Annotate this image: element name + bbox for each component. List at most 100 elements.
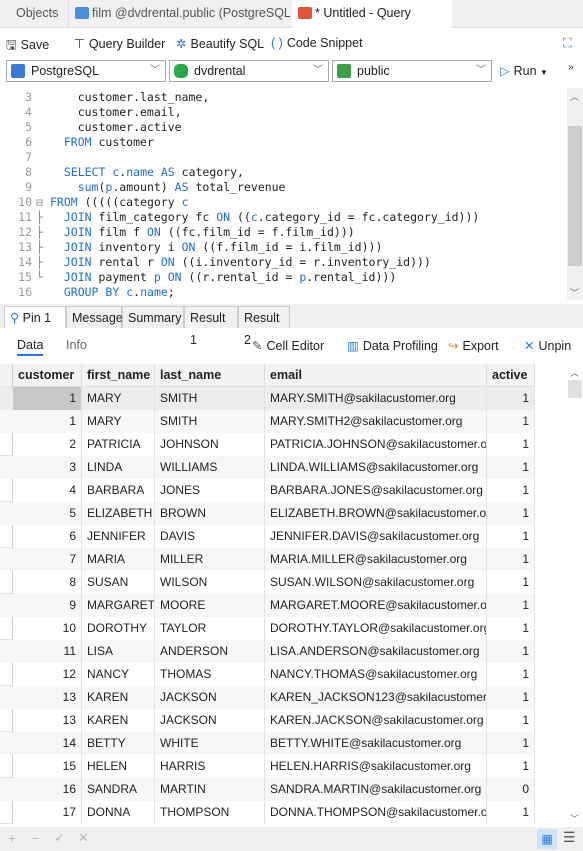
cell-customer[interactable]: 13 [13, 709, 82, 732]
scroll-up-icon[interactable]: ︿ [570, 90, 579, 103]
cell-email[interactable]: SUSAN.WILSON@sakilacustomer.org [265, 571, 487, 594]
discard-icon[interactable]: ✕ [78, 830, 89, 846]
cell-email[interactable]: MARGARET.MOORE@sakilacustomer.org [265, 594, 487, 617]
table-row[interactable]: 7 MARIA MILLER MARIA.MILLER@sakilacustomer.… [0, 548, 535, 571]
cell-active[interactable]: 1 [487, 663, 535, 686]
cell-email[interactable]: PATRICIA.JOHNSON@sakilacustomer.org [265, 433, 487, 456]
scroll-up-icon[interactable]: ︿ [570, 366, 579, 379]
cell-active[interactable]: 1 [487, 732, 535, 755]
schema-select[interactable]: public ﹀ [332, 60, 492, 82]
tab-objects[interactable]: Objects [10, 0, 64, 28]
cell-last-name[interactable]: WILLIAMS [155, 456, 265, 479]
cell-active[interactable]: 1 [487, 640, 535, 663]
sql-editor[interactable]: 3 customer.last_name, 4 customer.email, 5 … [0, 88, 567, 300]
cell-first-name[interactable]: KAREN [82, 709, 155, 732]
cell-customer[interactable]: 14 [13, 732, 82, 755]
table-row[interactable]: 11 LISA ANDERSON LISA.ANDERSON@sakilacustom… [0, 640, 535, 663]
table-row[interactable]: 10 DOROTHY TAYLOR DOROTHY.TAYLOR@sakilacust… [0, 617, 535, 640]
cell-email[interactable]: KAREN_JACKSON123@sakilacustomer.org [265, 686, 487, 709]
table-row[interactable]: 2 PATRICIA JOHNSON PATRICIA.JOHNSON@sakilac… [0, 433, 535, 456]
save-button[interactable]: 🖫 Save [6, 36, 49, 57]
cell-last-name[interactable]: MARTIN [155, 778, 265, 801]
scrollbar-thumb[interactable] [568, 380, 582, 398]
cell-first-name[interactable]: MARY [82, 387, 155, 410]
cell-active[interactable]: 1 [487, 479, 535, 502]
cell-active[interactable]: 1 [487, 548, 535, 571]
editor-scrollbar[interactable]: ︿ ﹀ [567, 88, 583, 300]
result-tab[interactable]: ⚲ Pin 1 [4, 306, 66, 328]
cell-first-name[interactable]: MARGARET [82, 594, 155, 617]
maximize-icon[interactable]: ⛶ [563, 36, 572, 51]
cell-first-name[interactable]: JENNIFER [82, 525, 155, 548]
cell-first-name[interactable]: DONNA [82, 801, 155, 824]
cell-customer[interactable]: 8 [13, 571, 82, 594]
column-header-customer[interactable]: customer [13, 364, 82, 387]
result-tab[interactable]: Result 1 [184, 306, 238, 347]
table-row[interactable]: 13 KAREN JACKSON KAREN.JACKSON@sakilacustom… [0, 709, 535, 732]
cell-first-name[interactable]: BETTY [82, 732, 155, 755]
info-tab[interactable]: Info [66, 338, 87, 352]
table-row[interactable]: 14 BETTY WHITE BETTY.WHITE@sakilacustomer.o… [0, 732, 535, 755]
cell-last-name[interactable]: JOHNSON [155, 433, 265, 456]
cell-last-name[interactable]: DAVIS [155, 525, 265, 548]
cell-customer[interactable]: 5 [13, 502, 82, 525]
column-header-active[interactable]: active [487, 364, 535, 387]
table-row[interactable]: 8 SUSAN WILSON SUSAN.WILSON@sakilacustomer.… [0, 571, 535, 594]
cell-email[interactable]: JENNIFER.DAVIS@sakilacustomer.org [265, 525, 487, 548]
cell-last-name[interactable]: TAYLOR [155, 617, 265, 640]
cell-active[interactable]: 1 [487, 502, 535, 525]
delete-record-icon[interactable]: − [31, 830, 39, 846]
cell-first-name[interactable]: LINDA [82, 456, 155, 479]
cell-first-name[interactable]: SUSAN [82, 571, 155, 594]
scrollbar-thumb[interactable] [568, 126, 582, 266]
apply-icon[interactable]: ✓ [54, 830, 65, 846]
table-row[interactable]: 1 MARY SMITH MARY.SMITH@sakilacustomer.org 1 [0, 387, 535, 410]
cell-customer[interactable]: 2 [13, 433, 82, 456]
cell-first-name[interactable]: LISA [82, 640, 155, 663]
cell-last-name[interactable]: MOORE [155, 594, 265, 617]
cell-customer[interactable]: 13 [13, 686, 82, 709]
scroll-down-icon[interactable]: ﹀ [570, 812, 579, 825]
cell-email[interactable]: MARIA.MILLER@sakilacustomer.org [265, 548, 487, 571]
result-tab[interactable]: Result 2 [238, 306, 290, 347]
cell-customer[interactable]: 10 [13, 617, 82, 640]
export-button[interactable]: ↪ Export [448, 338, 499, 353]
database-select[interactable]: dvdrental ﹀ [169, 60, 329, 82]
cell-active[interactable]: 1 [487, 617, 535, 640]
table-row[interactable]: 9 MARGARET MOORE MARGARET.MOORE@sakilacusto… [0, 594, 535, 617]
cell-last-name[interactable]: HARRIS [155, 755, 265, 778]
cell-customer[interactable]: 1 [13, 410, 82, 433]
table-row[interactable]: 13 KAREN JACKSON KAREN_JACKSON123@sakilacus… [0, 686, 535, 709]
cell-email[interactable]: BARBARA.JONES@sakilacustomer.org [265, 479, 487, 502]
table-row[interactable]: 3 LINDA WILLIAMS LINDA.WILLIAMS@sakilacusto… [0, 456, 535, 479]
scroll-down-icon[interactable]: ﹀ [570, 286, 579, 299]
form-view-icon[interactable]: ☰ [563, 829, 576, 846]
cell-first-name[interactable]: DOROTHY [82, 617, 155, 640]
cell-last-name[interactable]: ANDERSON [155, 640, 265, 663]
cell-email[interactable]: ELIZABETH.BROWN@sakilacustomer.org [265, 502, 487, 525]
cell-customer[interactable]: 3 [13, 456, 82, 479]
cell-active[interactable]: 1 [487, 525, 535, 548]
grid-scrollbar[interactable]: ︿ ﹀ [567, 364, 583, 826]
run-button[interactable]: ▷ Run ▼ [500, 63, 548, 78]
cell-last-name[interactable]: THOMPSON [155, 801, 265, 824]
query-builder-button[interactable]: ⊤ Query Builder [74, 36, 165, 51]
tab-film-table[interactable]: film @dvdrental.public (PostgreSQL) - T.… [68, 0, 290, 28]
beautify-sql-button[interactable]: ✲ Beautify SQL [176, 36, 264, 51]
cell-first-name[interactable]: HELEN [82, 755, 155, 778]
table-row[interactable]: 1 MARY SMITH MARY.SMITH2@sakilacustomer.org… [0, 410, 535, 433]
cell-email[interactable]: NANCY.THOMAS@sakilacustomer.org [265, 663, 487, 686]
cell-customer[interactable]: 12 [13, 663, 82, 686]
cell-active[interactable]: 0 [487, 778, 535, 801]
cell-last-name[interactable]: WHITE [155, 732, 265, 755]
add-record-icon[interactable]: + [8, 830, 16, 846]
cell-email[interactable]: SANDRA.MARTIN@sakilacustomer.org [265, 778, 487, 801]
cell-active[interactable]: 1 [487, 709, 535, 732]
cell-last-name[interactable]: BROWN [155, 502, 265, 525]
result-tab[interactable]: Message [66, 306, 123, 328]
cell-customer[interactable]: 11 [13, 640, 82, 663]
cell-first-name[interactable]: PATRICIA [82, 433, 155, 456]
cell-email[interactable]: LISA.ANDERSON@sakilacustomer.org [265, 640, 487, 663]
column-header-last-name[interactable]: last_name [155, 364, 265, 387]
data-profiling-button[interactable]: ▥ Data Profiling [347, 338, 438, 353]
